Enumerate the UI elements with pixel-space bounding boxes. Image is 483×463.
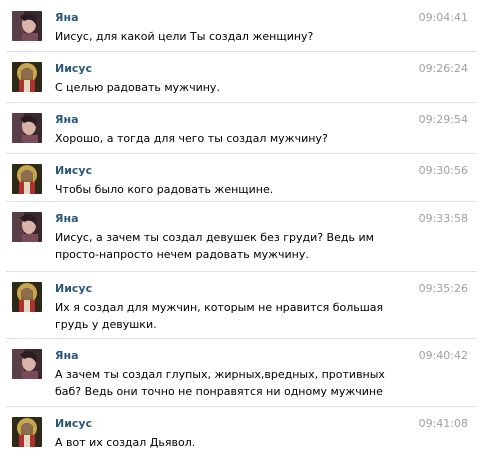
message-time: 09:35:26 <box>418 282 468 295</box>
jesus-avatar-icon[interactable] <box>12 62 42 92</box>
message-time: 09:33:58 <box>418 212 468 225</box>
message-item: Иисус 09:26:24 С целью радовать мужчину. <box>0 51 483 103</box>
message-text: Хорошо, а тогда для чего ты создал мужчи… <box>55 132 328 145</box>
jesus-avatar-icon[interactable] <box>12 282 42 312</box>
message-divider <box>6 153 477 154</box>
message-text: А зачем ты создал глупых, жирных,вредных… <box>55 368 385 398</box>
message-text: Иисус, для какой цели Ты создал женщину? <box>55 30 314 43</box>
message-divider <box>6 406 477 407</box>
message-text: А вот их создал Дьявол. <box>55 436 196 449</box>
message-author[interactable]: Яна <box>55 349 79 362</box>
message-text: Их я создал для мужчин, которым не нрави… <box>55 301 384 331</box>
message-divider <box>6 51 477 52</box>
message-item: Иисус 09:35:26 Их я создал для мужчин, к… <box>0 271 483 341</box>
jesus-avatar-icon[interactable] <box>12 164 42 194</box>
message-author[interactable]: Яна <box>55 113 79 126</box>
jesus-avatar-icon[interactable] <box>12 417 42 447</box>
message-time: 09:29:54 <box>418 113 468 126</box>
message-author[interactable]: Иисус <box>55 62 92 75</box>
message-time: 09:04:41 <box>418 11 468 24</box>
message-author[interactable]: Иисус <box>55 417 92 430</box>
message-item: Яна 09:40:42 А зачем ты создал глупых, ж… <box>0 338 483 408</box>
message-divider <box>6 102 477 103</box>
message-author[interactable]: Яна <box>55 212 79 225</box>
message-author[interactable]: Иисус <box>55 164 92 177</box>
message-author[interactable]: Иисус <box>55 282 92 295</box>
yana-avatar-icon[interactable] <box>12 11 42 41</box>
message-text: Чтобы было кого радовать женщине. <box>55 183 274 196</box>
message-item: Яна 09:33:58 Иисус, а зачем ты создал де… <box>0 201 483 271</box>
message-item: Иисус 09:41:08 А вот их создал Дьявол. <box>0 406 483 458</box>
yana-avatar-icon[interactable] <box>12 113 42 143</box>
message-time: 09:40:42 <box>418 349 468 362</box>
message-divider <box>6 201 477 202</box>
message-item: Яна 09:29:54 Хорошо, а тогда для чего ты… <box>0 102 483 154</box>
yana-avatar-icon[interactable] <box>12 349 42 379</box>
yana-avatar-icon[interactable] <box>12 212 42 242</box>
message-divider <box>6 338 477 339</box>
message-item: Яна 09:04:41 Иисус, для какой цели Ты со… <box>0 6 483 46</box>
message-item: Иисус 09:30:56 Чтобы было кого радовать … <box>0 153 483 205</box>
message-time: 09:41:08 <box>418 417 468 430</box>
message-time: 09:30:56 <box>418 164 468 177</box>
message-time: 09:26:24 <box>418 62 468 75</box>
message-text: Иисус, а зачем ты создал девушек без гру… <box>55 231 374 261</box>
message-divider <box>6 271 477 272</box>
message-text: С целью радовать мужчину. <box>55 81 220 94</box>
chat-history: Яна 09:04:41 Иисус, для какой цели Ты со… <box>0 0 483 463</box>
message-author[interactable]: Яна <box>55 11 79 24</box>
